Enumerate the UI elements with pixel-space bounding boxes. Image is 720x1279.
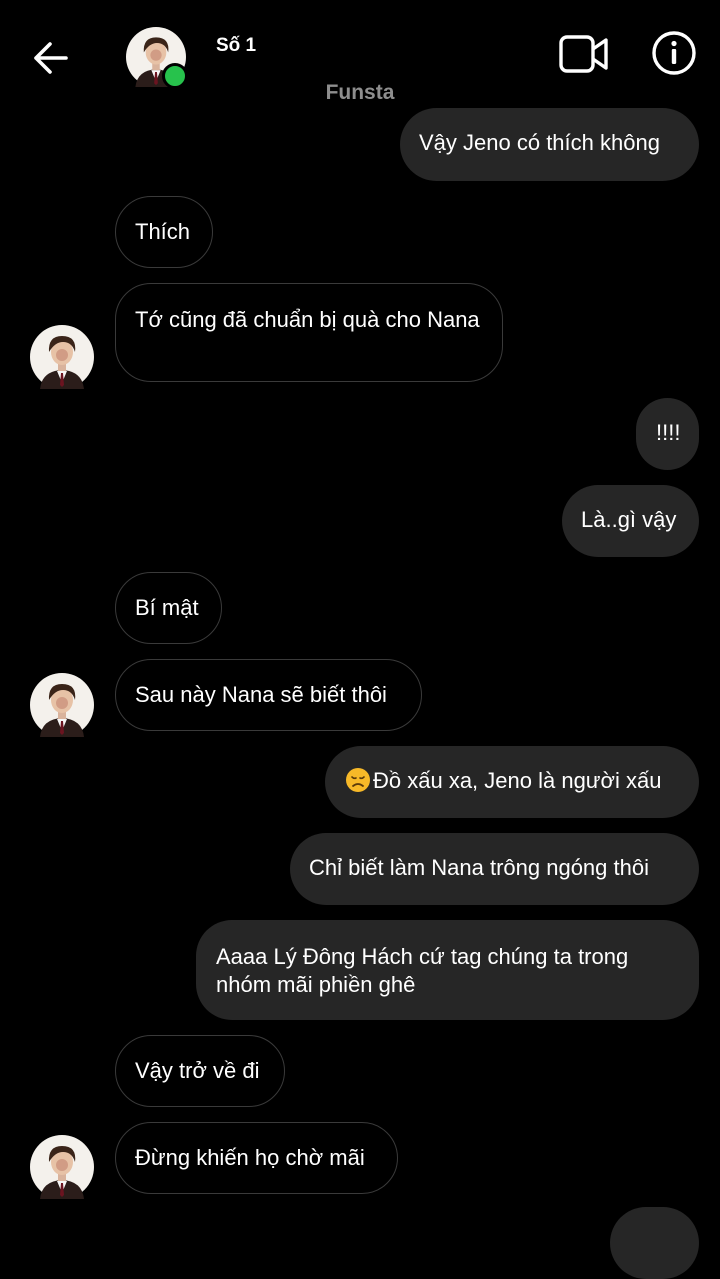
message-text: !!!! xyxy=(656,420,681,445)
message-bubble-outgoing[interactable]: Đồ xấu xa, Jeno là người xấu xyxy=(325,746,699,818)
message-text: Aaaa Lý Đông Hách cứ tag chúng ta trong … xyxy=(216,944,629,997)
message-bubble-outgoing[interactable]: Là..gì vậy xyxy=(562,485,699,557)
message-bubble-incoming[interactable]: Đừng khiến họ chờ mãi xyxy=(115,1122,398,1194)
message-bubble-incoming[interactable]: Tớ cũng đã chuẩn bị quà cho Nana xyxy=(115,283,503,382)
arrow-left-icon xyxy=(34,42,68,74)
sender-avatar[interactable] xyxy=(30,673,94,737)
message-bubble-outgoing[interactable]: !!!! xyxy=(636,398,699,470)
message-bubble-outgoing[interactable]: Chỉ biết làm Nana trông ngóng thôi xyxy=(290,833,699,905)
message-text: Thích xyxy=(135,219,191,244)
video-camera-icon xyxy=(559,35,608,73)
info-icon xyxy=(652,31,696,75)
back-button[interactable] xyxy=(28,36,72,80)
message-bubble-outgoing[interactable]: Aaaa Lý Đông Hách cứ tag chúng ta trong … xyxy=(196,920,699,1020)
message-bubble-incoming[interactable]: Vậy trở về đi xyxy=(115,1035,285,1107)
message-text: Đồ xấu xa, Jeno là người xấu xyxy=(373,768,662,793)
message-text: Vậy Jeno có thích không xyxy=(419,130,660,155)
chat-header: Số 1 Funsta xyxy=(0,0,720,110)
message-bubble-incoming[interactable]: Bí mật xyxy=(115,572,222,644)
contact-name[interactable]: Số 1 xyxy=(216,35,256,57)
message-text: Sau này Nana sẽ biết thôi xyxy=(135,682,387,707)
message-text: Chỉ biết làm Nana trông ngóng thôi xyxy=(309,855,649,880)
chat-subtitle: Funsta xyxy=(325,81,395,104)
message-bubble-incoming[interactable]: Thích xyxy=(115,196,213,268)
sender-avatar[interactable] xyxy=(30,325,94,389)
message-text: Vậy trở về đi xyxy=(135,1058,260,1083)
message-text: Đừng khiến họ chờ mãi xyxy=(135,1145,365,1170)
info-button[interactable] xyxy=(651,30,697,76)
message-bubble-outgoing-partial[interactable] xyxy=(610,1207,699,1279)
disappointed-face-icon xyxy=(346,768,370,792)
message-text: Bí mật xyxy=(135,595,199,620)
message-text: Là..gì vậy xyxy=(581,507,677,532)
video-call-button[interactable] xyxy=(558,32,610,76)
sender-avatar[interactable] xyxy=(30,1135,94,1199)
message-bubble-outgoing[interactable]: Vậy Jeno có thích không xyxy=(400,108,699,181)
message-bubble-incoming[interactable]: Sau này Nana sẽ biết thôi xyxy=(115,659,422,731)
message-text: Tớ cũng đã chuẩn bị quà cho Nana xyxy=(135,307,480,332)
